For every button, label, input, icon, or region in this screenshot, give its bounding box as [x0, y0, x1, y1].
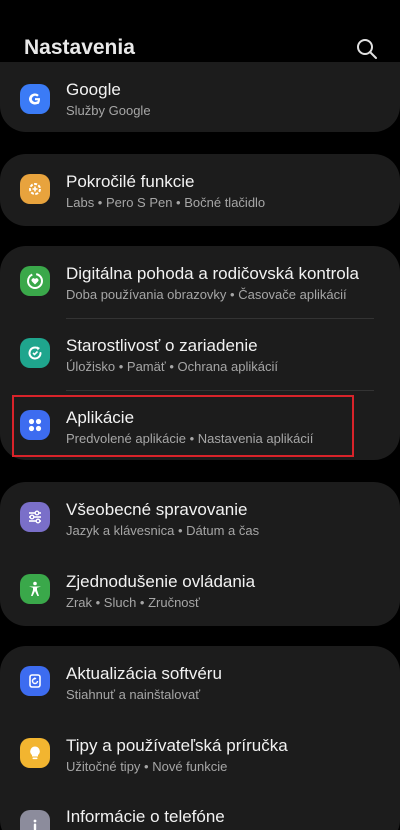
item-subtitle: Jazyk a klávesnica • Dátum a čas	[66, 523, 260, 538]
info-icon	[20, 810, 50, 830]
item-title: Google	[66, 80, 121, 99]
settings-item-tips[interactable]: Tipy a používateľská príručka Užitočné t…	[0, 718, 400, 790]
lightbulb-icon	[20, 738, 50, 768]
item-subtitle: Stiahnuť a nainštalovať	[66, 687, 201, 702]
settings-item-accessibility[interactable]: Zjednodušenie ovládania Zrak • Sluch • Z…	[0, 554, 400, 626]
item-title: Aktualizácia softvéru	[66, 664, 222, 683]
card-group-general: Všeobecné spravovanie Jazyk a klávesnica…	[0, 482, 400, 626]
card-advanced: Pokročilé funkcie Labs • Pero S Pen • Bo…	[0, 154, 400, 226]
item-title: Tipy a používateľská príručka	[66, 736, 288, 755]
person-icon	[20, 574, 50, 604]
settings-item-device-care[interactable]: Starostlivosť o zariadenie Úložisko • Pa…	[0, 318, 400, 390]
sliders-icon	[20, 502, 50, 532]
item-title: Informácie o telefóne	[66, 807, 225, 826]
page-title: Nastavenia	[24, 36, 135, 59]
item-title: Pokročilé funkcie	[66, 172, 195, 191]
update-arrow-icon	[20, 666, 50, 696]
item-subtitle: Doba používania obrazovky • Časovače apl…	[66, 287, 347, 302]
item-title: Zjednodušenie ovládania	[66, 572, 256, 591]
item-title: Digitálna pohoda a rodičovská kontrola	[66, 264, 359, 283]
item-subtitle: Zrak • Sluch • Zručnosť	[66, 595, 200, 610]
settings-item-about-phone[interactable]: Informácie o telefóne	[0, 790, 400, 830]
item-title: Všeobecné spravovanie	[66, 500, 248, 519]
item-subtitle: Užitočné tipy • Nové funkcie	[66, 759, 228, 774]
settings-item-software-update[interactable]: Aktualizácia softvéru Stiahnuť a nainšta…	[0, 646, 400, 718]
search-button[interactable]	[354, 36, 380, 62]
card-group-update: Aktualizácia softvéru Stiahnuť a nainšta…	[0, 646, 400, 830]
highlight-box	[12, 395, 354, 457]
settings-item-google[interactable]: Google Služby Google	[0, 62, 400, 132]
settings-item-advanced-features[interactable]: Pokročilé funkcie Labs • Pero S Pen • Bo…	[0, 154, 400, 226]
item-subtitle: Labs • Pero S Pen • Bočné tlačidlo	[66, 195, 266, 210]
item-subtitle: Úložisko • Pamäť • Ochrana aplikácií	[66, 359, 278, 374]
gear-plus-icon	[20, 174, 50, 204]
item-subtitle: Služby Google	[66, 103, 151, 118]
settings-item-general-management[interactable]: Všeobecné spravovanie Jazyk a klávesnica…	[0, 482, 400, 554]
heart-ring-icon	[20, 266, 50, 296]
settings-item-digital-wellbeing[interactable]: Digitálna pohoda a rodičovská kontrola D…	[0, 246, 400, 318]
item-title: Starostlivosť o zariadenie	[66, 336, 258, 355]
google-icon	[20, 84, 50, 114]
search-icon	[357, 39, 377, 59]
card-google: Google Služby Google	[0, 62, 400, 132]
refresh-ring-icon	[20, 338, 50, 368]
